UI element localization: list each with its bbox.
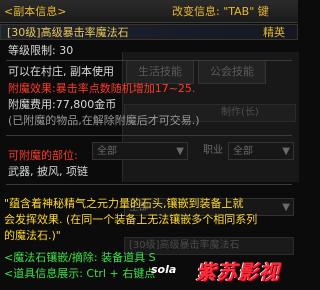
tooltip-title: <副本信息> — [4, 5, 67, 18]
enchant-cost: 附魔费用:77,800金币 — [8, 98, 117, 111]
enchant-effect: 附魔效果:暴击率点数随机增加17~25. — [8, 82, 196, 95]
description-line-3: 的魔法石.)" — [4, 229, 61, 242]
hint-show-item: <道具信息展示: Ctrl + 右键点 — [4, 267, 156, 280]
change-info-hint: 改变信息: "TAB" 键 — [172, 5, 269, 18]
divider — [6, 135, 292, 136]
tooltip-header: <副本信息> 改变信息: "TAB" 键 — [0, 0, 298, 23]
item-name-bar: [30级]高级暴击率魔法石 精英 — [0, 24, 298, 40]
watermark-user: sola — [151, 263, 177, 276]
enchant-parts: 武器, 披风, 项链 — [8, 165, 88, 178]
trade-note: (已附魔的物品,在解除附魔后才可交易.) — [8, 114, 200, 127]
divider — [6, 184, 292, 185]
item-tooltip: <副本信息> 改变信息: "TAB" 键 [30级]高级暴击率魔法石 精英 等级… — [0, 0, 298, 290]
watermark-logo: 紫苏影视 — [196, 260, 280, 284]
item-grade: 精英 — [263, 26, 285, 39]
usage-text: 可以在村庄, 副本使用 — [8, 65, 114, 78]
description-line-1: "蕴含着神秘精气之元力量的石头,镶嵌到装备上就 — [4, 197, 244, 210]
level-limit: 等级限制: 30 — [8, 44, 74, 57]
item-name: [30级]高级暴击率魔法石 — [7, 26, 129, 39]
divider — [6, 60, 292, 61]
enchant-parts-label: 可附魔的部位: — [8, 149, 78, 162]
description-line-2: 会发挥效果. (在同一个装备上无法镶嵌多个相同系列 — [4, 213, 258, 226]
hint-socket: <魔法石镶嵌/摘除: 装备道具 S — [4, 251, 156, 264]
